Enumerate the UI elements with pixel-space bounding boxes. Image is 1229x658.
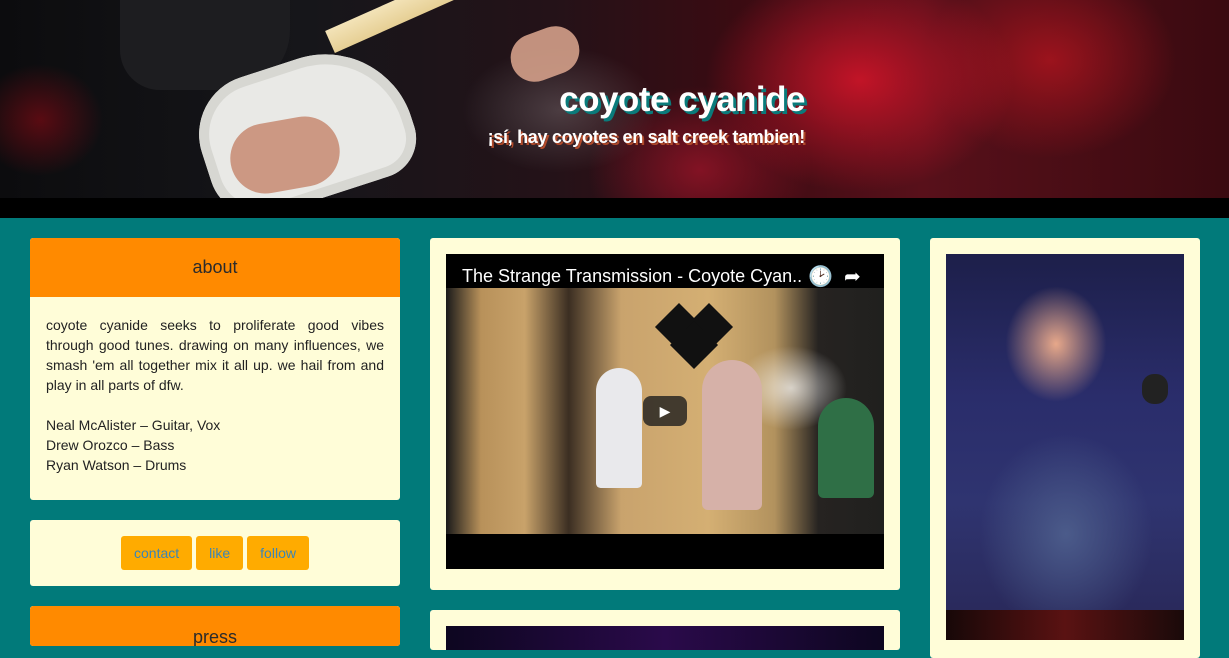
about-description: coyote cyanide seeks to proliferate good… <box>46 317 384 393</box>
play-icon[interactable]: ▶ <box>643 396 687 426</box>
video-card: The Strange Transmission - Coyote Cyan..… <box>430 238 900 590</box>
member-item: Drew Orozco – Bass <box>46 437 175 453</box>
site-tagline: ¡sí, hay coyotes en salt creek tambien! <box>487 127 806 147</box>
photo-microphone <box>1142 374 1168 404</box>
video-title[interactable]: The Strange Transmission - Coyote Cyan..… <box>462 266 802 287</box>
follow-button[interactable]: follow <box>247 536 309 570</box>
band-member-photo-2 <box>946 610 1184 640</box>
video-player-2[interactable] <box>446 626 884 650</box>
press-heading: press <box>30 606 400 646</box>
share-icon[interactable]: ➦ <box>844 267 861 287</box>
video-thumb-person <box>818 398 874 498</box>
banner-photo-guitar-neck <box>325 0 683 53</box>
banner-photo-hand <box>503 19 587 89</box>
site-title[interactable]: coyote cyanide <box>559 80 805 120</box>
banner-bottom-band <box>0 198 1229 218</box>
video-thumb-person <box>702 360 762 510</box>
photo-card <box>930 238 1200 658</box>
member-item: Neal McAlister – Guitar, Vox <box>46 417 221 433</box>
about-card: about coyote cyanide seeks to proliferat… <box>30 238 400 500</box>
press-card: press <box>30 606 400 646</box>
video-card-2 <box>430 610 900 650</box>
video-thumb-person <box>596 368 642 488</box>
watch-later-icon[interactable]: 🕑 <box>808 267 833 287</box>
video-player[interactable]: The Strange Transmission - Coyote Cyan..… <box>446 254 884 569</box>
header-banner: coyote cyanide ¡sí, hay coyotes en salt … <box>0 0 1229 198</box>
member-item: Ryan Watson – Drums <box>46 457 187 473</box>
contact-button[interactable]: contact <box>121 536 193 570</box>
links-card: contact like follow <box>30 520 400 586</box>
member-list: Neal McAlister – Guitar, Vox Drew Orozco… <box>46 415 384 475</box>
band-member-photo <box>946 254 1184 610</box>
like-button[interactable]: like <box>196 536 244 570</box>
about-heading: about <box>30 238 400 297</box>
